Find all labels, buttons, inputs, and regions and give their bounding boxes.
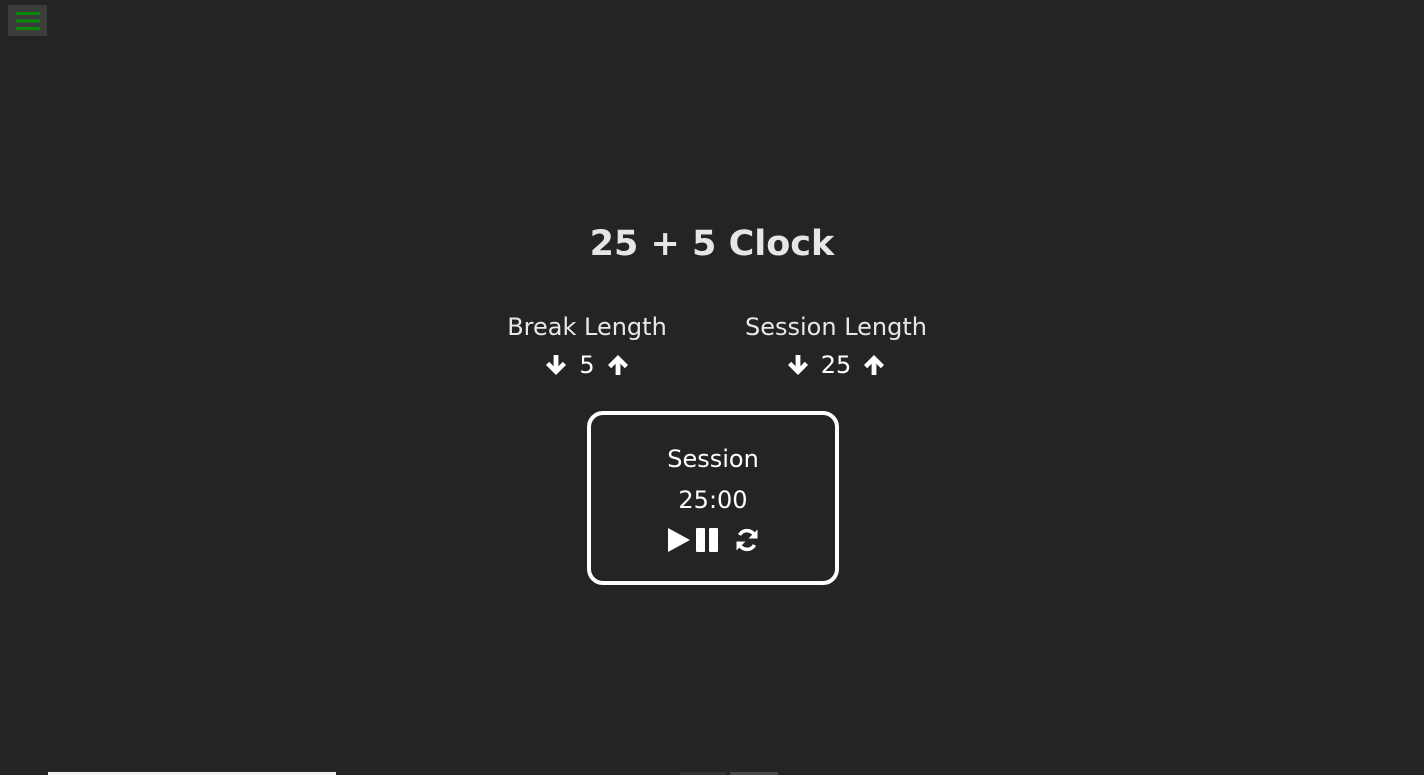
break-length-control: Break Length 5 [487, 310, 687, 380]
clock-app: 25 + 5 Clock Break Length 5 Session Leng… [0, 0, 1424, 775]
start-stop-button[interactable] [667, 527, 720, 553]
session-length-control: Session Length 25 [726, 310, 946, 380]
menu-button[interactable] [8, 5, 47, 36]
arrow-down-icon [787, 355, 808, 375]
session-decrement-button[interactable] [785, 352, 811, 378]
session-controls: 25 [726, 350, 946, 380]
session-label: Session Length [745, 313, 927, 341]
break-length-value: 5 [579, 351, 595, 379]
arrow-down-icon [546, 355, 567, 375]
reset-button[interactable] [734, 527, 760, 553]
break-label: Break Length [507, 313, 667, 341]
timer-panel: Session 25:00 [587, 411, 839, 585]
timer-label: Session [667, 445, 759, 473]
play-icon [667, 528, 690, 552]
time-left: 25:00 [678, 486, 748, 514]
timer-controls [591, 527, 835, 553]
refresh-icon [736, 528, 757, 552]
break-decrement-button[interactable] [543, 352, 569, 378]
page-title: 25 + 5 Clock [589, 224, 835, 264]
session-length-value: 25 [820, 351, 852, 379]
session-increment-button[interactable] [861, 352, 887, 378]
pause-icon [695, 528, 718, 552]
break-controls: 5 [487, 350, 687, 380]
arrow-up-icon [864, 355, 885, 375]
hamburger-icon [16, 12, 40, 30]
arrow-up-icon [607, 355, 628, 375]
break-increment-button[interactable] [605, 352, 631, 378]
